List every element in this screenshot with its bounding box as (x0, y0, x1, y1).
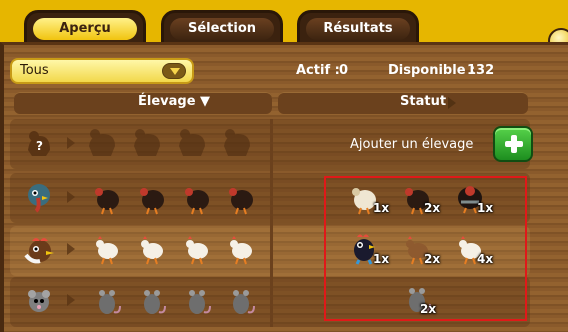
arrow-icon (67, 191, 75, 203)
filter-selected-value: Tous (20, 63, 49, 78)
statut-arrow-icon (448, 97, 456, 109)
chicken-icon (186, 236, 208, 265)
rat-icon (233, 290, 255, 314)
add-elevage-button[interactable] (493, 126, 533, 162)
header-elevage-label: Élevage ▼ (138, 94, 211, 109)
animal-silhouette-icon (89, 129, 115, 156)
status-count: 4x (477, 252, 494, 266)
unknown-question-mark: ? (36, 139, 43, 153)
status-count: 2x (424, 201, 441, 215)
actif-label: Actif : (296, 63, 340, 78)
status-count: 1x (373, 252, 390, 266)
rat-icon (189, 290, 211, 314)
header-elevage[interactable]: Élevage ▼ (14, 92, 272, 114)
rat-head-icon[interactable] (22, 284, 56, 318)
rat-icon (144, 290, 166, 314)
status-count: 2x (420, 302, 437, 316)
chicken-icon (141, 236, 163, 265)
turkey-head-icon[interactable] (22, 180, 56, 214)
turkey-icon (229, 188, 253, 215)
status-count: 1x (477, 201, 494, 215)
status-count: 1x (373, 201, 390, 215)
tab-apercu-label: Aperçu (33, 18, 137, 40)
game-window: Aperçu Sélection Résultats Tous Actif : … (0, 0, 568, 332)
tab-selection-label: Sélection (170, 18, 274, 40)
disponible-label: Disponible : (388, 63, 476, 78)
chicken-icon (96, 236, 118, 265)
status-count: 2x (424, 252, 441, 266)
add-elevage-label: Ajouter un élevage (350, 137, 474, 152)
header-statut: Statut (278, 92, 528, 114)
turkey-icon (140, 188, 164, 215)
turkey-icon (185, 188, 209, 215)
arrow-icon (67, 243, 75, 255)
column-divider (270, 119, 273, 327)
animal-silhouette-icon (224, 129, 250, 156)
header-statut-label: Statut (400, 94, 447, 109)
arrow-icon (67, 294, 75, 306)
actif-value: 0 (339, 63, 349, 78)
filter-dropdown[interactable]: Tous (10, 58, 194, 84)
disponible-value: 132 (467, 63, 495, 78)
unknown-animal-icon: ? (28, 131, 50, 156)
tab-resultats-label: Résultats (306, 18, 410, 40)
turkey-icon (95, 188, 119, 215)
arrow-icon (67, 137, 75, 149)
chicken-head-icon[interactable] (22, 233, 56, 267)
rat-icon (99, 290, 121, 314)
animal-silhouette-icon (134, 129, 160, 156)
chicken-icon (230, 236, 252, 265)
animal-silhouette-icon (179, 129, 205, 156)
chevron-down-icon[interactable] (162, 63, 186, 79)
